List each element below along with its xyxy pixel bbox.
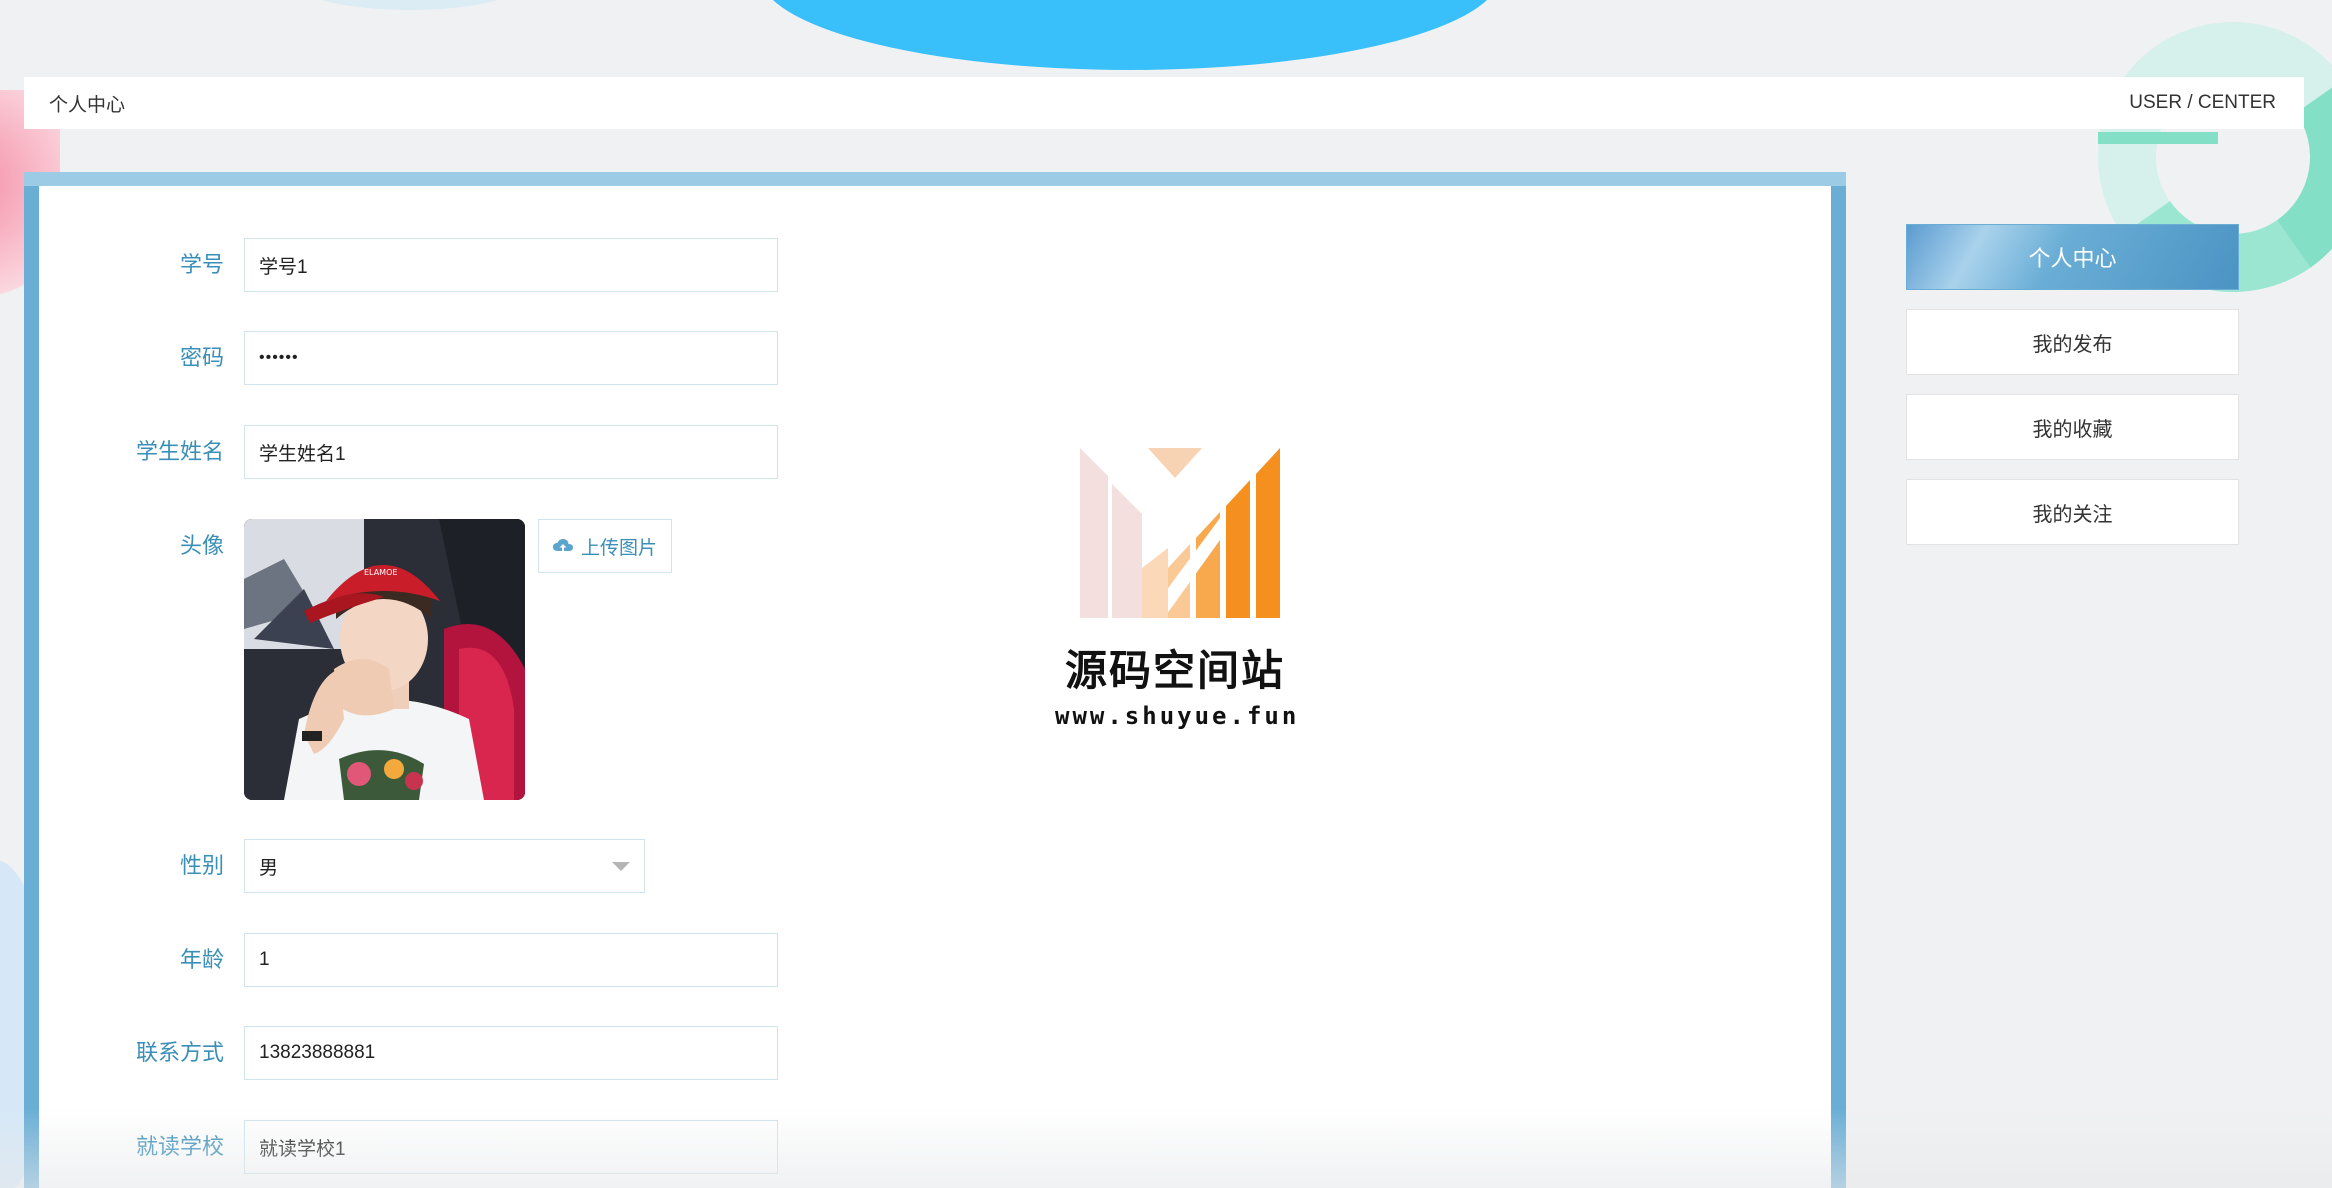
form-row-contact: 联系方式 13823888881: [39, 1026, 778, 1080]
svg-text:ELAMOE: ELAMOE: [364, 568, 397, 577]
logo-icon: [1080, 448, 1280, 618]
side-nav-item-my-favorites[interactable]: 我的收藏: [1906, 394, 2239, 460]
breadcrumb: USER / CENTER: [2129, 92, 2276, 113]
page-title: 个人中心: [49, 94, 126, 116]
form-row-gender: 性别 男: [39, 839, 645, 893]
background-decoration: [300, 0, 520, 10]
watermark-title: 源码空间站: [1064, 646, 1285, 695]
profile-card: 学号 学号1 密码 •••••• 学生姓名 学生姓名1 头像 ELAMOE 上传…: [24, 172, 1846, 1188]
avatar[interactable]: ELAMOE: [244, 519, 525, 800]
cloud-upload-icon: [553, 539, 573, 552]
avatar-image: ELAMOE: [244, 519, 525, 800]
side-nav-item-my-posts[interactable]: 我的发布: [1906, 309, 2239, 375]
student-name-input[interactable]: 学生姓名1: [244, 425, 778, 479]
contact-label: 联系方式: [135, 1040, 224, 1065]
password-label: 密码: [179, 345, 224, 370]
form-row-age: 年龄 1: [39, 933, 778, 987]
age-input[interactable]: 1: [244, 933, 778, 987]
background-decoration: [2098, 132, 2218, 144]
password-input[interactable]: ••••••: [244, 331, 778, 385]
contact-input[interactable]: 13823888881: [244, 1026, 778, 1080]
chevron-down-icon: [612, 861, 630, 871]
form-row-student-id: 学号 学号1: [39, 238, 778, 292]
page: 个人中心 USER / CENTER 学号 学号1 密码 •••••• 学生姓名…: [0, 0, 2332, 1188]
form-row-avatar: 头像 ELAMOE 上传图片: [39, 519, 673, 800]
side-nav: 个人中心 我的发布 我的收藏 我的关注: [1906, 224, 2239, 564]
student-id-label: 学号: [179, 252, 224, 277]
age-label: 年龄: [179, 947, 224, 972]
form-row-student-name: 学生姓名 学生姓名1: [39, 425, 778, 479]
gender-value: 男: [259, 857, 279, 879]
school-label: 就读学校: [135, 1134, 224, 1159]
upload-image-button[interactable]: 上传图片: [538, 519, 673, 573]
avatar-label: 头像: [179, 533, 224, 558]
side-nav-item-profile[interactable]: 个人中心: [1906, 224, 2239, 290]
background-decoration: [760, 0, 1500, 70]
form-row-school: 就读学校 就读学校1: [39, 1120, 778, 1174]
side-nav-item-my-follows[interactable]: 我的关注: [1906, 479, 2239, 545]
watermark-logo: 源码空间站 www.shuyue.fun: [1055, 448, 1300, 730]
student-id-input[interactable]: 学号1: [244, 238, 778, 292]
profile-card-body: 学号 学号1 密码 •••••• 学生姓名 学生姓名1 头像 ELAMOE 上传…: [39, 186, 1831, 1188]
watermark-url: www.shuyue.fun: [1055, 702, 1300, 730]
form-row-password: 密码 ••••••: [39, 331, 778, 385]
school-input[interactable]: 就读学校1: [244, 1120, 778, 1174]
student-name-label: 学生姓名: [135, 439, 224, 464]
gender-select[interactable]: 男: [244, 839, 645, 893]
header-bar: 个人中心 USER / CENTER: [24, 77, 2304, 129]
gender-label: 性别: [179, 853, 224, 878]
upload-image-label: 上传图片: [581, 537, 658, 559]
